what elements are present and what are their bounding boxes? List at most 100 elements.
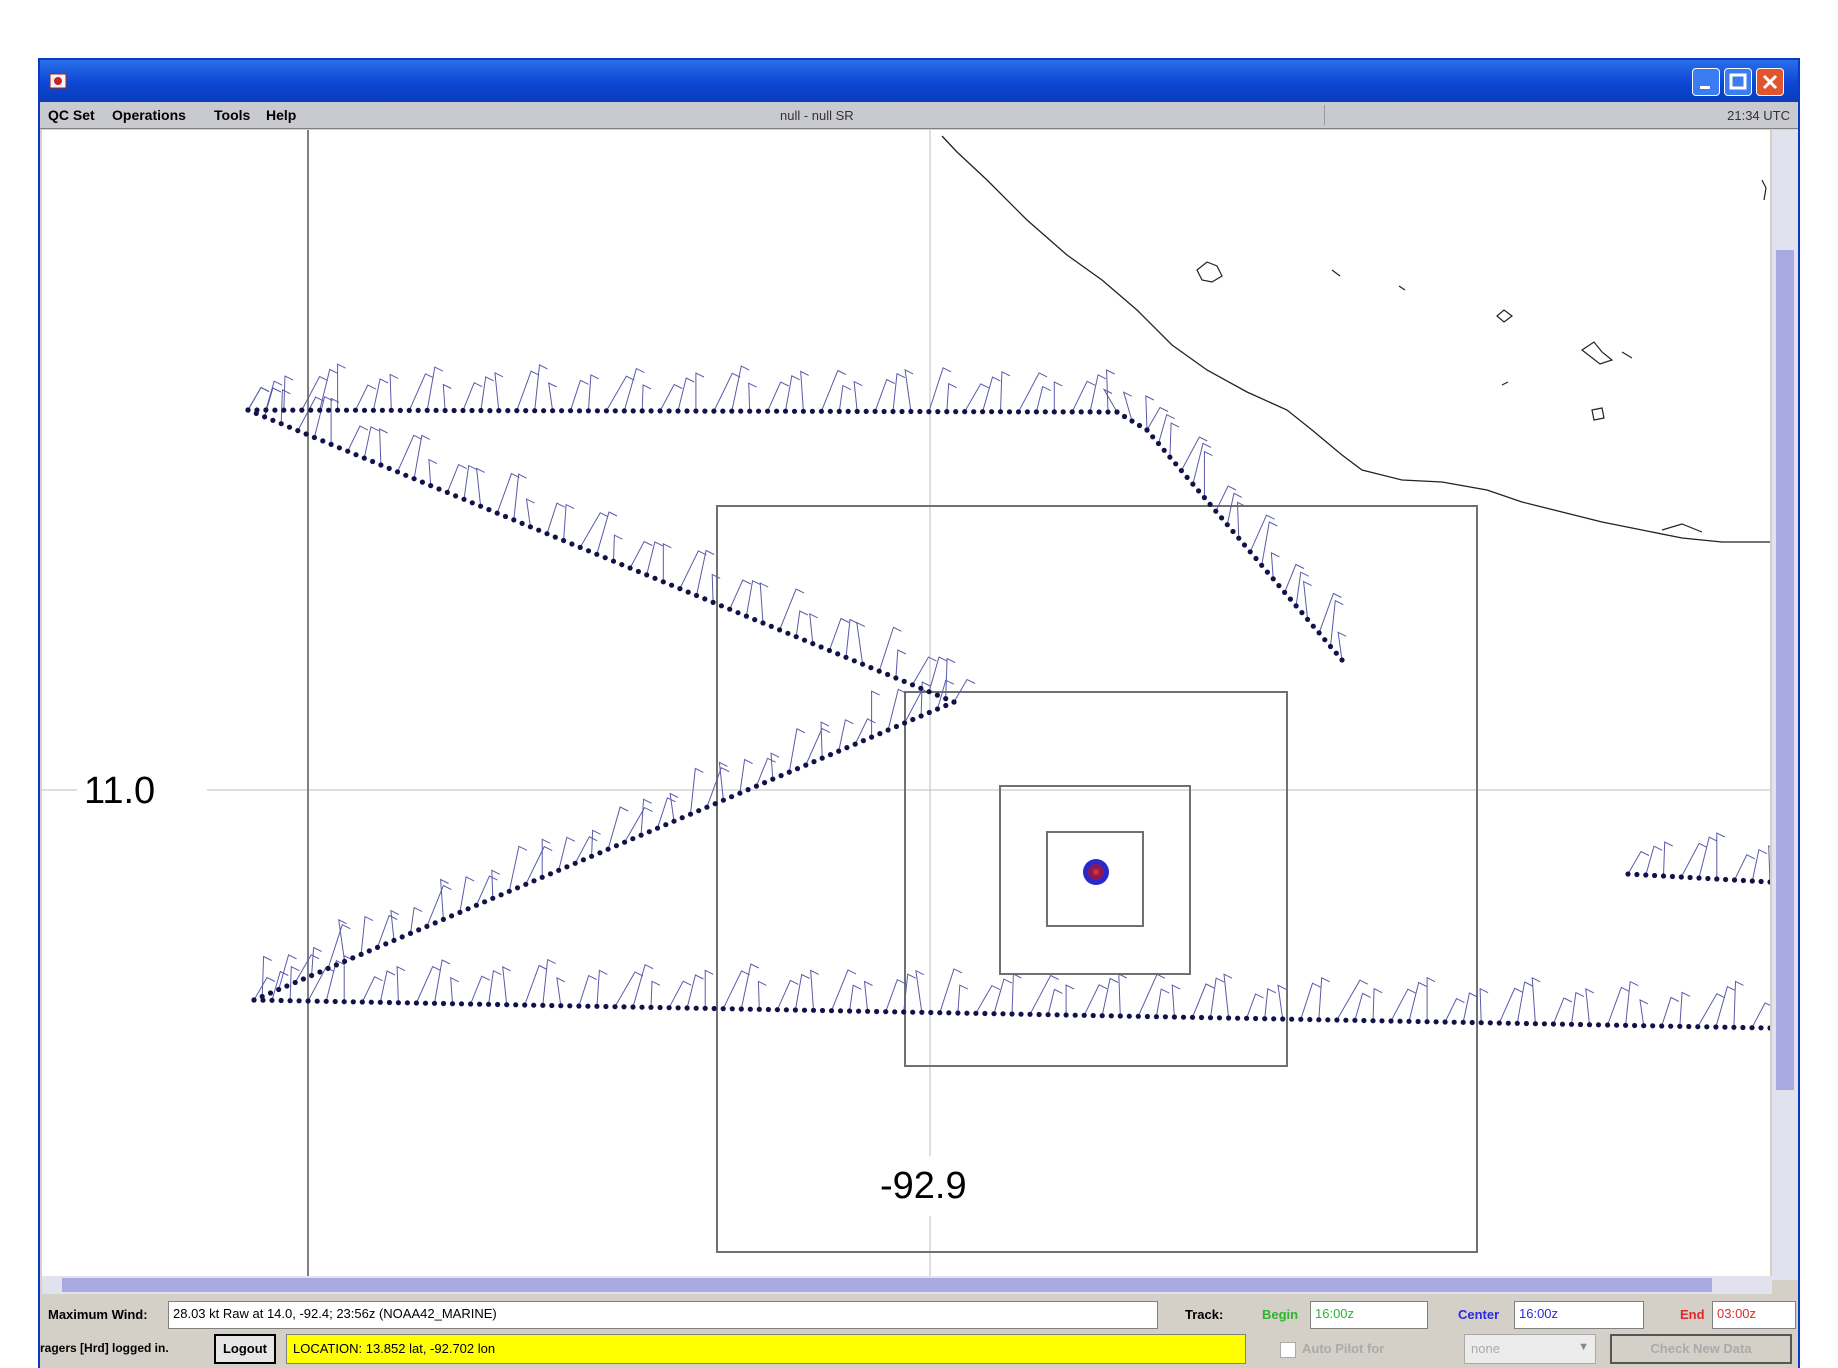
track-point (333, 962, 339, 968)
track-point (436, 486, 442, 492)
track-point (1731, 1024, 1737, 1030)
wind-barb (853, 380, 863, 412)
track-point (648, 408, 654, 414)
track-point (572, 860, 578, 866)
wind-barb (975, 984, 1001, 1014)
track-point (1207, 501, 1213, 507)
track-point (1307, 1016, 1313, 1023)
track-point (269, 997, 275, 1003)
horizontal-scrollbar[interactable] (42, 1276, 1772, 1294)
track-point (654, 825, 661, 831)
track-point (370, 458, 376, 465)
track-point (1236, 535, 1242, 541)
track-point (934, 706, 941, 712)
track-point (504, 1002, 510, 1008)
track-point (1660, 873, 1667, 879)
horizontal-scroll-thumb[interactable] (62, 1278, 1712, 1292)
track-point (928, 1009, 934, 1016)
close-icon (1762, 74, 1778, 90)
track-point (621, 1004, 627, 1010)
vertical-scroll-thumb[interactable] (1776, 250, 1794, 1090)
track-point (1749, 1025, 1755, 1031)
track-point (786, 769, 792, 775)
track-point (893, 723, 900, 730)
wind-barb (1372, 987, 1383, 1021)
track-point (286, 424, 293, 430)
wind-barb (1390, 988, 1417, 1022)
map-canvas[interactable]: 11.0 -92.9 (42, 130, 1770, 1276)
end-time-field[interactable]: 03:00z (1712, 1301, 1796, 1329)
wind-barb (686, 974, 704, 1009)
track-point (449, 913, 455, 919)
track-point (299, 407, 305, 413)
track-point (1293, 603, 1299, 609)
track-label: Track: (1185, 1307, 1224, 1322)
track-point (953, 409, 959, 415)
track-point (386, 465, 392, 471)
track-point (1060, 409, 1066, 415)
track-point (1108, 1013, 1114, 1019)
wind-barb (729, 579, 752, 610)
track-point (1343, 1017, 1349, 1023)
wind-barb (360, 915, 374, 955)
track-point (657, 408, 663, 414)
maximize-button[interactable] (1724, 68, 1752, 96)
begin-time-field[interactable]: 16:00z (1310, 1301, 1428, 1329)
track-point (1226, 1015, 1232, 1021)
close-button[interactable] (1756, 68, 1784, 96)
track-point (818, 408, 825, 414)
track-point (720, 408, 726, 414)
track-point (569, 541, 575, 547)
center-time-field[interactable]: 16:00z (1514, 1301, 1644, 1329)
track-point (892, 1009, 898, 1015)
track-point (1310, 623, 1316, 629)
logout-button[interactable]: Logout (214, 1334, 276, 1364)
wind-barb (904, 369, 914, 412)
track-point (943, 702, 949, 709)
menu-tools[interactable]: Tools (214, 107, 250, 123)
wind-barb (1751, 848, 1768, 882)
wind-barb (415, 965, 441, 1004)
track-point (693, 1005, 699, 1011)
track-point (1478, 1020, 1484, 1026)
track-point (675, 1005, 681, 1011)
minimize-button[interactable] (1692, 68, 1720, 96)
wind-barb (1270, 552, 1280, 579)
menu-help[interactable]: Help (266, 107, 296, 123)
wind-barb (313, 395, 333, 438)
track-point (1641, 1023, 1647, 1029)
track-point (1714, 876, 1720, 882)
check-new-data-button[interactable]: Check New Data (1610, 1334, 1792, 1364)
track-point (660, 579, 666, 585)
menu-operations[interactable]: Operations (112, 107, 186, 123)
track-point (778, 773, 784, 779)
track-point (431, 1000, 438, 1006)
wind-barb (1101, 977, 1119, 1016)
track-point (657, 1004, 663, 1011)
track-point (872, 408, 878, 414)
wind-barb (785, 375, 801, 412)
wind-barb (446, 463, 467, 493)
status-row-wind: Maximum Wind: 28.03 kt Raw at 14.0, -92.… (40, 1298, 1798, 1332)
aircraft-select[interactable]: none ▼ (1464, 1334, 1596, 1364)
wind-barb (396, 965, 406, 1003)
track-point (361, 455, 367, 461)
track-point (1322, 637, 1328, 643)
title-bar[interactable] (40, 60, 1798, 102)
track-point (809, 408, 816, 414)
track-point (411, 476, 417, 482)
track-point (332, 998, 338, 1005)
vertical-scrollbar[interactable] (1772, 130, 1798, 1280)
track-point (777, 627, 783, 633)
track-point (1388, 1018, 1394, 1024)
wind-barb (713, 372, 741, 412)
track-point (567, 1003, 573, 1009)
track-point (513, 1002, 519, 1008)
track-point (1678, 874, 1684, 880)
wind-barb (706, 767, 730, 808)
track-point (774, 408, 780, 414)
autopilot-checkbox[interactable] (1280, 1342, 1296, 1358)
wind-barb (347, 425, 369, 452)
wind-barb (1625, 980, 1639, 1026)
menu-qc-set[interactable]: QC Set (48, 107, 95, 123)
